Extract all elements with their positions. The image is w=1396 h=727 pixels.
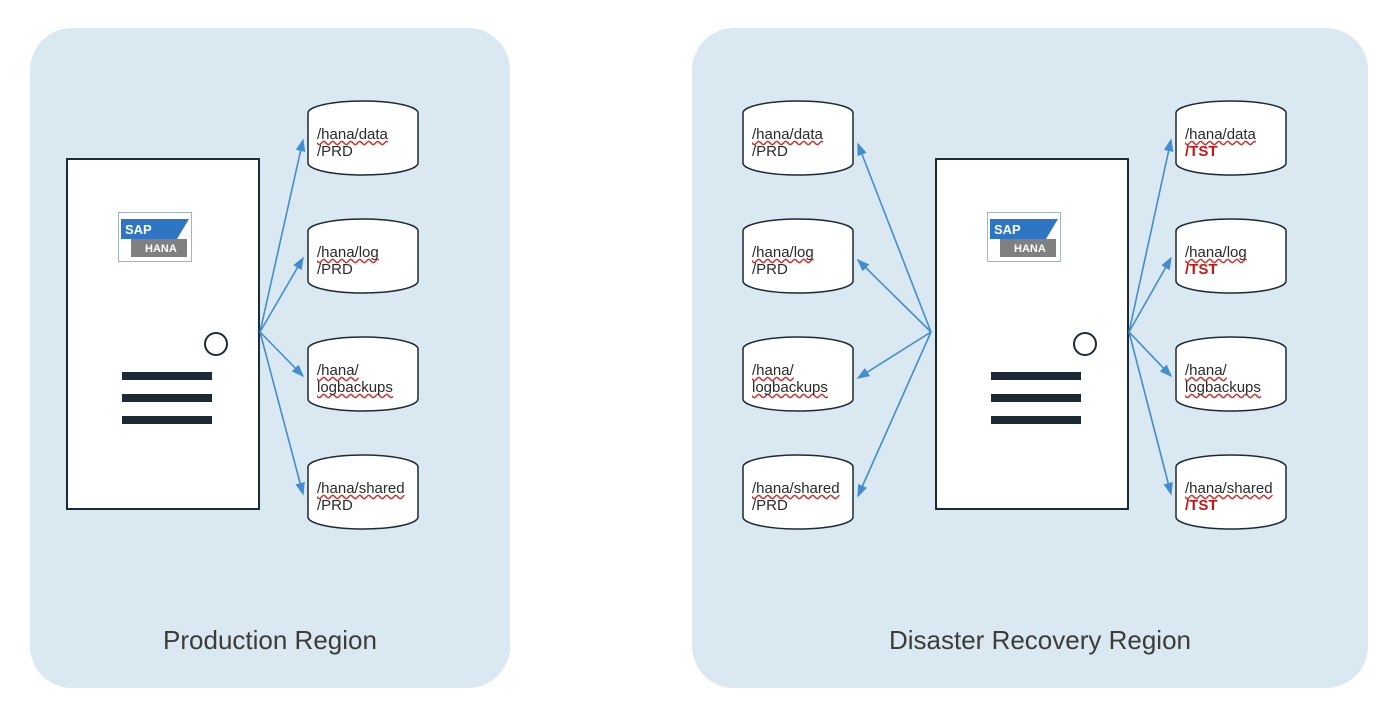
dr-arrows (0, 0, 1396, 700)
